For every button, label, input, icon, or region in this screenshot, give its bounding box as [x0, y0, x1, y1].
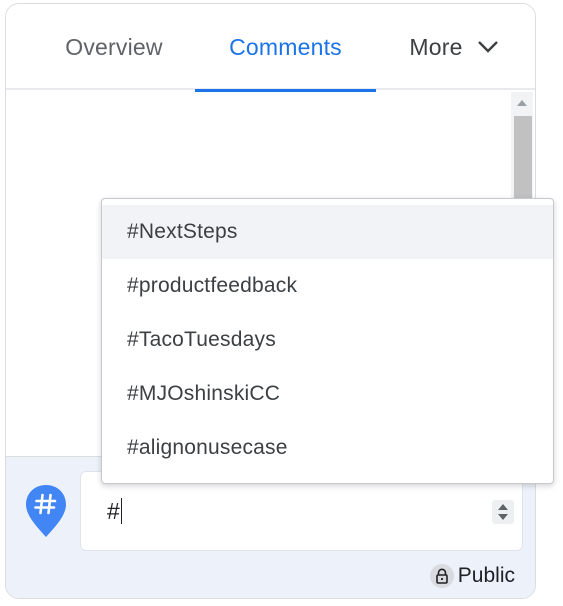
hashtag-suggestion-item[interactable]: #alignonusecase — [102, 421, 553, 475]
lock-icon — [429, 564, 454, 588]
visibility-label: Public — [457, 564, 515, 587]
caret-up-icon[interactable] — [498, 504, 508, 510]
hashtag-suggestions: #NextSteps #productfeedback #TacoTuesday… — [101, 198, 554, 484]
hashtag-suggestion-label: #MJOshinskiCC — [127, 382, 281, 405]
hashtag-suggestion-label: #alignonusecase — [127, 436, 288, 459]
tab-more[interactable]: More — [384, 4, 524, 90]
text-caret — [120, 498, 123, 524]
hashtag-pin-icon — [24, 483, 68, 539]
comment-input-text[interactable]: # — [107, 498, 123, 525]
caret-down-icon[interactable] — [498, 514, 508, 520]
hashtag-suggestion-item[interactable]: #MJOshinskiCC — [102, 367, 553, 421]
chevron-down-icon — [477, 40, 499, 54]
visibility-toggle[interactable]: Public — [429, 564, 515, 588]
hashtag-suggestion-item[interactable]: #NextSteps — [102, 205, 553, 259]
hashtag-suggestion-item[interactable]: #productfeedback — [102, 259, 553, 313]
tab-more-label: More — [409, 33, 463, 60]
scroll-up-arrow-icon[interactable] — [517, 100, 527, 106]
hashtag-suggestion-item[interactable]: #TacoTuesdays — [102, 313, 553, 367]
tab-overview-label: Overview — [65, 33, 163, 60]
tab-comments[interactable]: Comments — [195, 4, 376, 92]
input-value: # — [107, 498, 120, 524]
hashtag-suggestion-label: #TacoTuesdays — [127, 328, 276, 351]
tab-comments-label: Comments — [229, 33, 342, 60]
hashtag-suggestion-label: #productfeedback — [127, 274, 298, 297]
tab-bar: Overview Comments More — [6, 4, 535, 92]
tab-overview[interactable]: Overview — [46, 4, 182, 90]
input-stepper[interactable] — [492, 500, 514, 524]
hashtag-suggestion-label: #NextSteps — [127, 220, 238, 243]
